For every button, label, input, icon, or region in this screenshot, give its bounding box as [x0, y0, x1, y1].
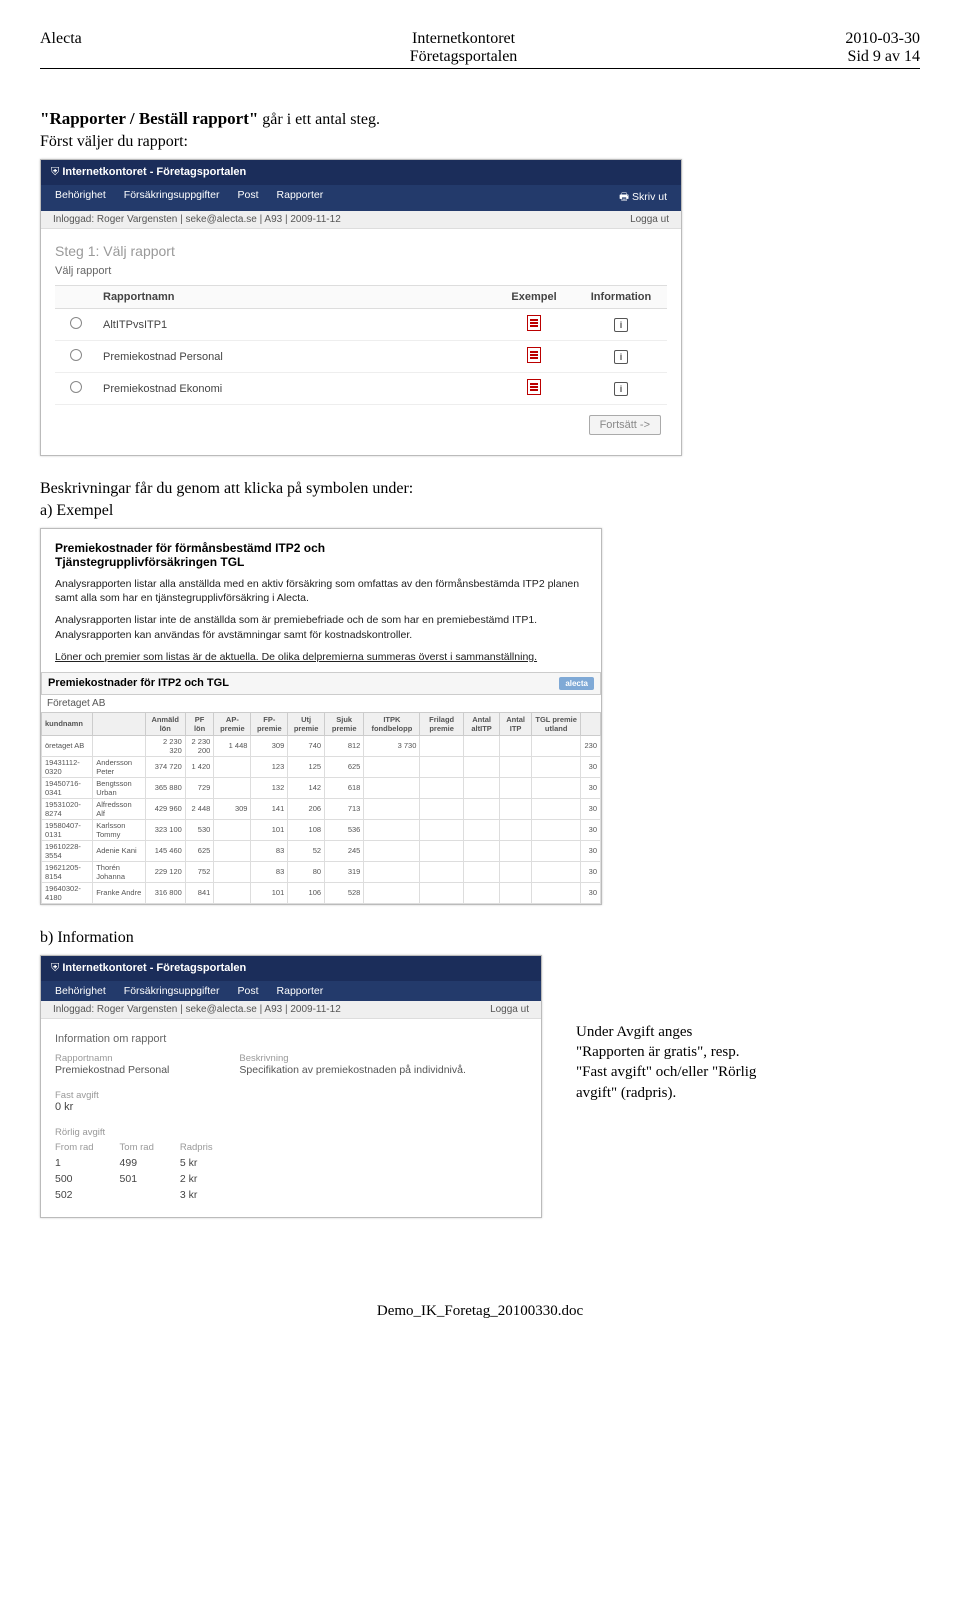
nav-item[interactable]: Post: [238, 189, 259, 207]
shot-a-p1: Analysrapporten listar alla anställda me…: [55, 577, 587, 605]
portal-header: Internetkontoret - Företagsportalen: [41, 160, 681, 185]
pdf-icon[interactable]: [527, 347, 541, 363]
footer-filename: Demo_IK_Foretag_20100330.doc: [40, 1303, 920, 1320]
shot-a-h2: Tjänstegrupplivförsäkringen TGL: [55, 555, 587, 569]
table-row: Premiekostnad Personal i: [55, 341, 667, 373]
report-table: Rapportnamn Exempel Information AltITPvs…: [55, 285, 667, 405]
screenshot-example: Premiekostnader för förmånsbestämd ITP2 …: [40, 528, 602, 905]
report-name: Premiekostnad Ekonomi: [97, 373, 493, 405]
pdf-icon[interactable]: [527, 315, 541, 331]
step-title: Steg 1: Välj rapport: [55, 243, 667, 259]
inner-table-title: Premiekostnader för ITP2 och TGL alecta: [41, 672, 601, 695]
header-rule: [40, 68, 920, 69]
col-info: Information: [575, 286, 667, 309]
header-page: Sid 9 av 14: [845, 48, 920, 66]
logout-link[interactable]: Logga ut: [490, 1004, 529, 1015]
nav-item[interactable]: Försäkringsuppgifter: [124, 189, 220, 207]
note-line: avgift" (radpris).: [576, 1083, 756, 1103]
col-exempel: Exempel: [493, 286, 575, 309]
nav-item[interactable]: Rapporter: [277, 189, 324, 207]
logout-link[interactable]: Logga ut: [630, 214, 669, 225]
nav-item[interactable]: Rapporter: [277, 985, 324, 997]
inner-title-text: Premiekostnader för ITP2 och TGL: [48, 677, 229, 689]
rorlig-avgift-table: From radTom radRadpris14995 kr5005012 kr…: [55, 1140, 239, 1203]
table-row: Premiekostnad Ekonomi i: [55, 373, 667, 405]
intro-rest: går i ett antal steg.: [258, 111, 380, 128]
note-line: "Fast avgift" och/eller "Rörlig: [576, 1062, 756, 1082]
header-center2: Företagsportalen: [410, 48, 518, 66]
continue-button[interactable]: Fortsätt ->: [589, 415, 661, 435]
login-info: Inloggad: Roger Vargensten | seke@alecta…: [53, 1004, 341, 1015]
report-name: AltITPvsITP1: [97, 309, 493, 341]
info-icon[interactable]: i: [614, 350, 628, 364]
info-icon[interactable]: i: [614, 382, 628, 396]
pdf-icon[interactable]: [527, 379, 541, 395]
portal-title: Internetkontoret - Företagsportalen: [51, 166, 246, 179]
a-label: a) Exempel: [40, 502, 920, 520]
nav-item[interactable]: Post: [238, 985, 259, 997]
portal-login-bar: Inloggad: Roger Vargensten | seke@alecta…: [41, 211, 681, 229]
radio-icon[interactable]: [70, 349, 82, 361]
intro-line2: Först väljer du rapport:: [40, 133, 920, 151]
login-info: Inloggad: Roger Vargensten | seke@alecta…: [53, 214, 341, 225]
between-text: Beskrivningar får du genom att klicka på…: [40, 480, 920, 498]
col-name: Rapportnamn: [97, 286, 493, 309]
doc-header: Alecta Internetkontoret Företagsportalen…: [40, 30, 920, 66]
note-line: "Rapporten är gratis", resp.: [576, 1042, 756, 1062]
portal-nav: Behörighet Försäkringsuppgifter Post Rap…: [41, 981, 541, 1001]
value-rapportnamn: Premiekostnad Personal: [55, 1064, 169, 1076]
intro-line1: "Rapporter / Beställ rapport" går i ett …: [40, 109, 920, 129]
radio-icon[interactable]: [70, 381, 82, 393]
label-rapportnamn: Rapportnamn: [55, 1053, 169, 1064]
company-name: Företaget AB: [41, 695, 601, 712]
mini-data-table: kundnamnAnmäld lönPF lönAP-premieFP-prem…: [41, 712, 601, 904]
shot-a-p2: Analysrapporten listar inte de anställda…: [55, 613, 587, 641]
table-row: AltITPvsITP1 i: [55, 309, 667, 341]
b-label: b) Information: [40, 929, 920, 947]
nav-item[interactable]: Försäkringsuppgifter: [124, 985, 220, 997]
report-name: Premiekostnad Personal: [97, 341, 493, 373]
header-date: 2010-03-30: [845, 30, 920, 48]
alecta-logo-chip: alecta: [559, 677, 594, 690]
note-line: Under Avgift anges: [576, 1022, 756, 1042]
rorlig-avgift-label: Rörlig avgift: [55, 1127, 527, 1138]
nav-item[interactable]: Behörighet: [55, 985, 106, 997]
info-icon[interactable]: i: [614, 318, 628, 332]
portal-login-bar: Inloggad: Roger Vargensten | seke@alecta…: [41, 1001, 541, 1019]
portal-nav: Behörighet Försäkringsuppgifter Post Rap…: [41, 185, 681, 211]
label-beskrivning: Beskrivning: [239, 1053, 465, 1064]
intro-title: "Rapporter / Beställ rapport": [40, 109, 258, 128]
print-link[interactable]: 🖶 Skriv ut: [619, 191, 667, 203]
portal-header: Internetkontoret - Företagsportalen: [41, 956, 541, 981]
header-left: Alecta: [40, 30, 82, 47]
value-beskrivning: Specifikation av premiekostnaden på indi…: [239, 1064, 465, 1076]
screenshot-report-chooser: Internetkontoret - Företagsportalen Behö…: [40, 159, 682, 456]
nav-item[interactable]: Behörighet: [55, 189, 106, 207]
radio-icon[interactable]: [70, 317, 82, 329]
shot-a-h1: Premiekostnader för förmånsbestämd ITP2 …: [55, 541, 587, 555]
shot-a-p3: Löner och premier som listas är de aktue…: [55, 650, 587, 664]
right-note-wrapper: Under Avgift anges "Rapporten är gratis"…: [40, 1022, 920, 1103]
portal-title: Internetkontoret - Företagsportalen: [51, 962, 246, 975]
header-center1: Internetkontoret: [410, 30, 518, 48]
step-sub: Välj rapport: [55, 265, 667, 277]
